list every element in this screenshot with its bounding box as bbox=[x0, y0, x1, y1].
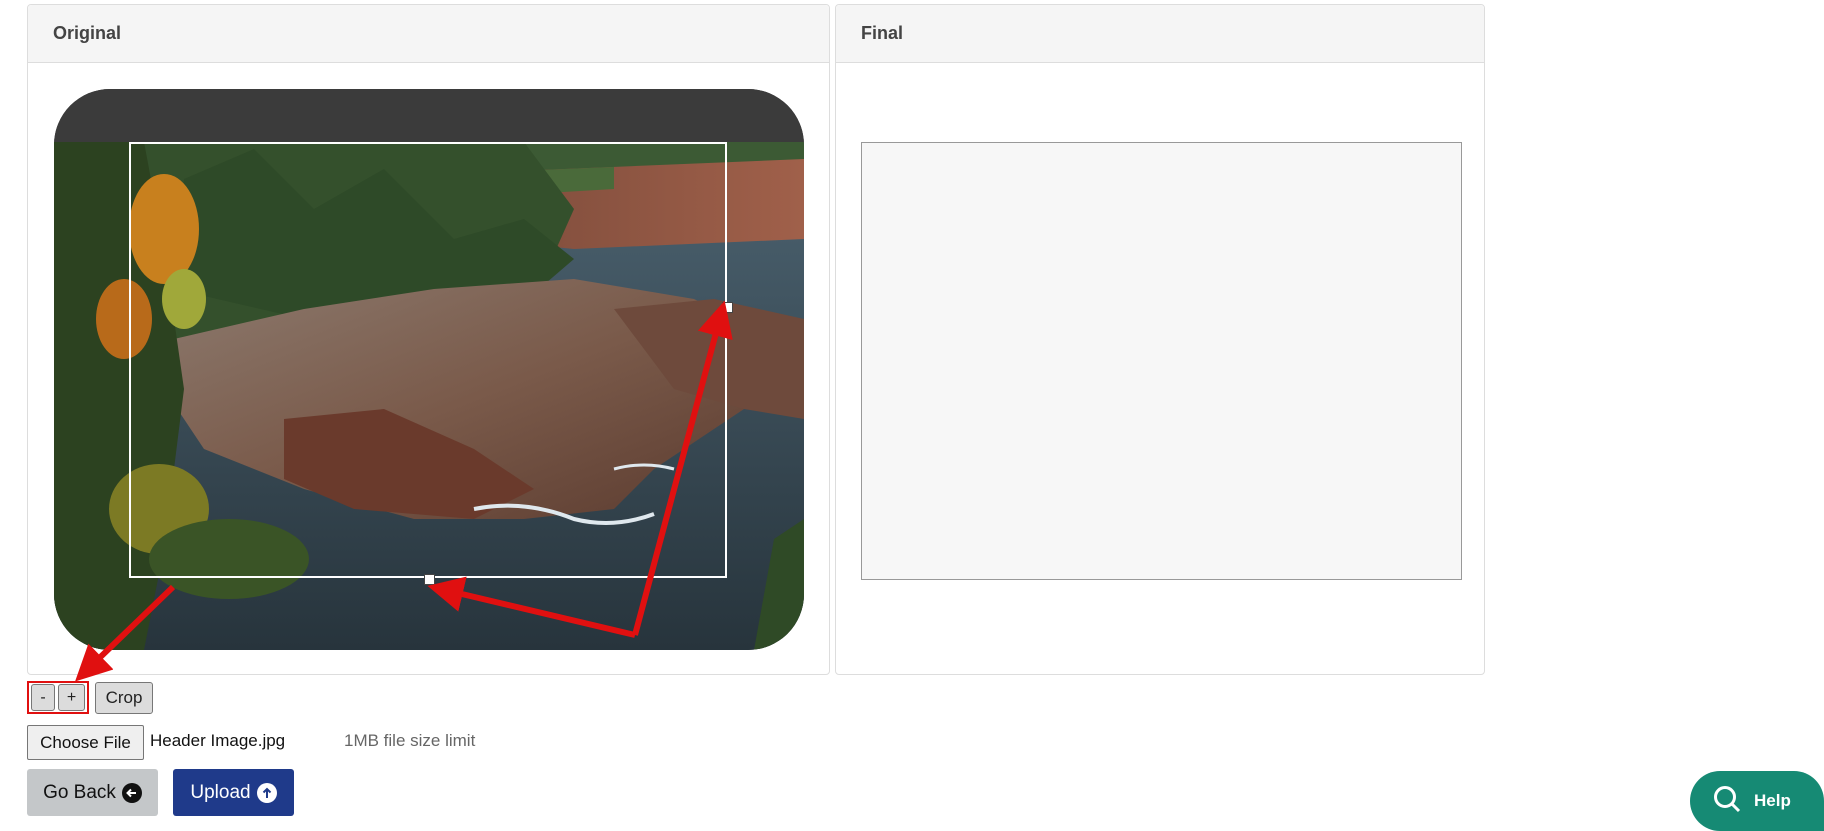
crop-handle-bottom[interactable] bbox=[424, 574, 435, 585]
zoom-out-button[interactable]: - bbox=[31, 684, 55, 711]
zoom-controls-highlight: - + bbox=[27, 681, 89, 714]
upload-button[interactable]: Upload bbox=[173, 769, 294, 816]
upload-label: Upload bbox=[190, 781, 251, 803]
final-panel-title: Final bbox=[836, 5, 1484, 63]
choose-file-button[interactable]: Choose File bbox=[27, 725, 144, 760]
final-panel: Final bbox=[835, 4, 1485, 675]
zoom-in-button[interactable]: + bbox=[58, 684, 85, 711]
selected-file-name: Header Image.jpg bbox=[150, 731, 286, 750]
arrow-up-circle-icon bbox=[256, 782, 277, 803]
crop-button[interactable]: Crop bbox=[95, 682, 153, 714]
help-label: Help bbox=[1754, 791, 1791, 810]
original-panel-title: Original bbox=[28, 5, 829, 63]
search-icon bbox=[1712, 784, 1742, 819]
crop-selection-box[interactable] bbox=[129, 142, 733, 585]
go-back-button[interactable]: Go Back bbox=[27, 769, 158, 816]
go-back-label: Go Back bbox=[43, 781, 116, 803]
arrow-left-circle-icon bbox=[121, 782, 142, 803]
crop-handle-right[interactable] bbox=[722, 302, 733, 313]
cropped-preview bbox=[861, 142, 1462, 580]
help-widget-button[interactable]: Help bbox=[1690, 771, 1824, 831]
file-size-limit: 1MB file size limit bbox=[344, 731, 476, 750]
